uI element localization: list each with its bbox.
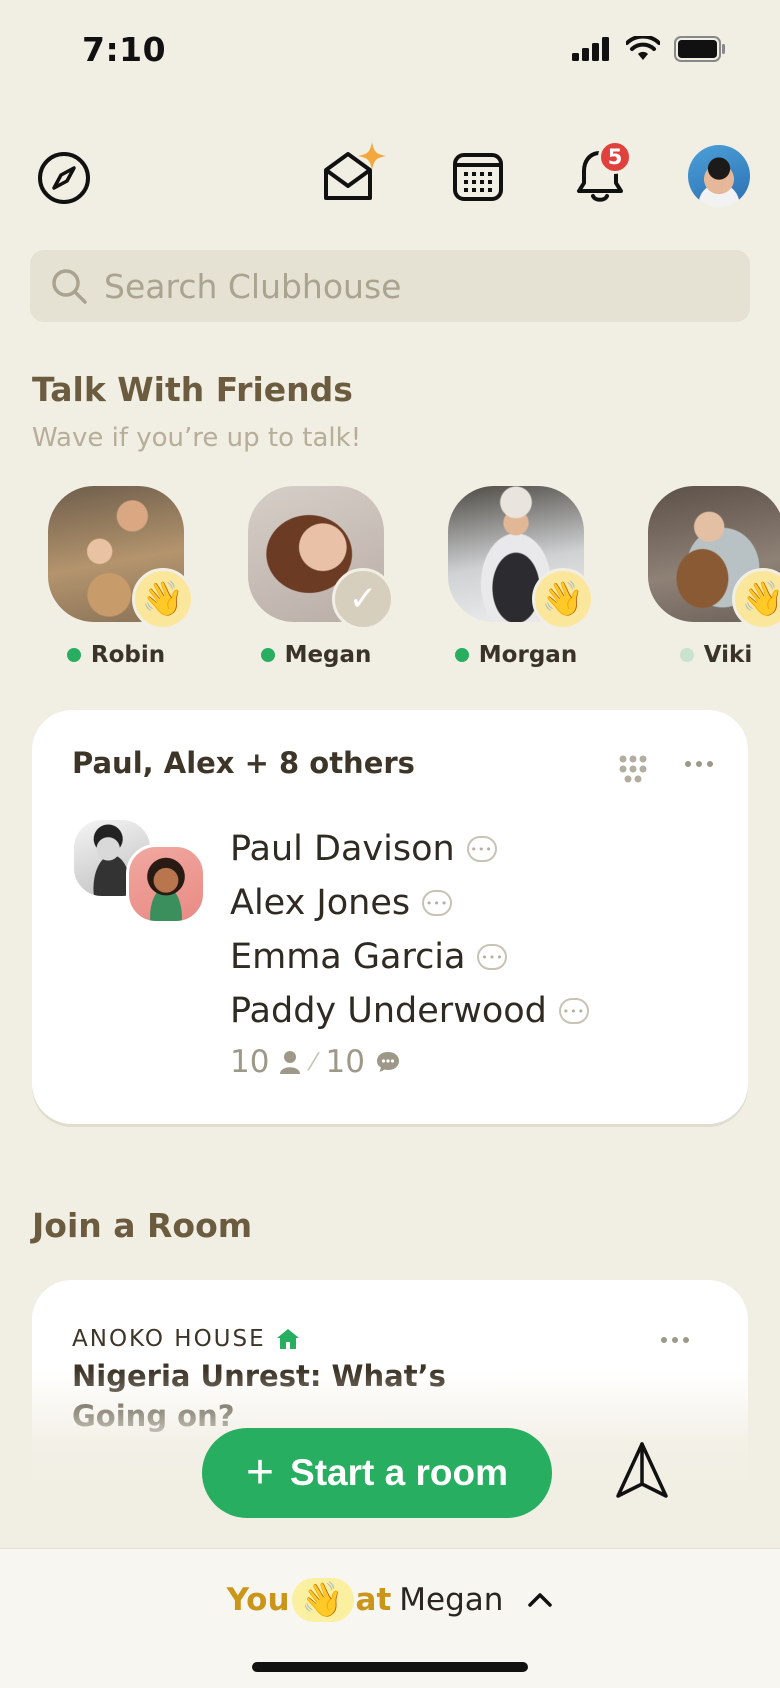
more-options-icon[interactable] bbox=[684, 754, 714, 773]
friend-morgan[interactable]: 👋 Morgan bbox=[448, 486, 594, 668]
wave-hand-icon[interactable]: 👋 bbox=[132, 568, 194, 630]
friend-photo: 👋 bbox=[48, 486, 194, 630]
invite-envelope-icon[interactable] bbox=[322, 140, 392, 206]
send-paper-plane-icon[interactable] bbox=[614, 1440, 670, 1508]
explore-compass-icon[interactable] bbox=[36, 150, 92, 206]
listener-count: 10 bbox=[230, 1044, 270, 1080]
join-section-title: Join a Room bbox=[32, 1206, 253, 1245]
calendar-icon[interactable] bbox=[452, 150, 504, 202]
speech-bubble-icon: ••• bbox=[477, 944, 508, 970]
chevron-up-icon[interactable] bbox=[527, 1592, 553, 1608]
speaker-name: Alex Jones bbox=[230, 883, 411, 923]
speech-bubble-icon: ••• bbox=[466, 836, 497, 862]
profile-avatar[interactable] bbox=[688, 145, 750, 207]
room-card-title: Paul, Alex + 8 others bbox=[72, 746, 415, 780]
friend-name: Morgan bbox=[478, 642, 578, 668]
wave-hand-icon: 👋 bbox=[291, 1578, 354, 1622]
wifi-icon bbox=[626, 36, 660, 60]
chat-bubble-icon bbox=[376, 1052, 399, 1072]
speaker-name: Paul Davison bbox=[230, 829, 455, 869]
status-icons bbox=[572, 36, 726, 62]
house-icon bbox=[276, 1329, 299, 1349]
online-dot bbox=[66, 648, 81, 662]
check-icon: ✓ bbox=[332, 568, 394, 630]
friend-photo: 👋 bbox=[448, 486, 594, 630]
search-icon bbox=[52, 269, 87, 304]
home-indicator bbox=[252, 1662, 528, 1672]
grid-dots-icon[interactable] bbox=[616, 754, 650, 788]
speaker-name: Emma Garcia bbox=[230, 937, 466, 977]
wave-target-name: Megan bbox=[399, 1582, 504, 1618]
speaker-avatar[interactable] bbox=[126, 844, 206, 924]
stats-divider: ⁄ bbox=[311, 1048, 316, 1076]
more-options-icon[interactable] bbox=[660, 1330, 690, 1349]
friend-megan[interactable]: ✓ Megan bbox=[248, 486, 394, 668]
message-count: 10 bbox=[325, 1044, 365, 1080]
speaker-name: Paddy Underwood bbox=[230, 991, 547, 1031]
speaker-list: Paul Davison ••• Alex Jones ••• Emma Garci… bbox=[230, 822, 589, 1080]
search-bar[interactable]: Search Clubhouse bbox=[30, 250, 750, 322]
away-dot bbox=[679, 648, 694, 662]
speech-bubble-icon: ••• bbox=[558, 998, 589, 1024]
friend-robin[interactable]: 👋 Robin bbox=[48, 486, 194, 668]
wave-status[interactable]: You 👋 at Megan bbox=[0, 1578, 780, 1622]
wave-hand-icon[interactable]: 👋 bbox=[532, 568, 594, 630]
wave-at: at bbox=[355, 1582, 392, 1618]
person-icon bbox=[280, 1051, 301, 1074]
speech-bubble-icon: ••• bbox=[422, 890, 453, 916]
battery-icon bbox=[674, 36, 725, 62]
club-name: ANOKO HOUSE bbox=[72, 1326, 266, 1352]
online-dot bbox=[260, 648, 275, 662]
friend-photo: ✓ bbox=[248, 486, 394, 630]
notification-badge: 5 bbox=[598, 140, 632, 174]
friend-name: Megan bbox=[284, 642, 372, 668]
online-dot bbox=[454, 648, 469, 662]
status-time: 7:10 bbox=[82, 30, 167, 69]
wave-you: You bbox=[226, 1582, 290, 1618]
search-placeholder: Search Clubhouse bbox=[104, 266, 402, 306]
start-room-button[interactable]: + Start a room bbox=[202, 1428, 552, 1518]
friend-name: Robin bbox=[90, 642, 166, 668]
start-room-label: Start a room bbox=[290, 1452, 508, 1493]
notifications-bell-icon[interactable]: 5 bbox=[574, 140, 632, 204]
friend-viki[interactable]: 👋 Viki bbox=[648, 486, 780, 668]
friend-name: Viki bbox=[703, 642, 753, 668]
plus-icon: + bbox=[246, 1446, 275, 1499]
room-card[interactable]: Paul, Alex + 8 others Paul Davison ••• Al… bbox=[32, 710, 748, 1124]
friend-photo: 👋 bbox=[648, 486, 780, 630]
signal-icon bbox=[572, 37, 609, 61]
wave-hand-icon[interactable]: 👋 bbox=[732, 568, 780, 630]
friends-section-subtitle: Wave if you’re up to talk! bbox=[32, 423, 362, 453]
friends-section-title: Talk With Friends bbox=[32, 370, 353, 409]
